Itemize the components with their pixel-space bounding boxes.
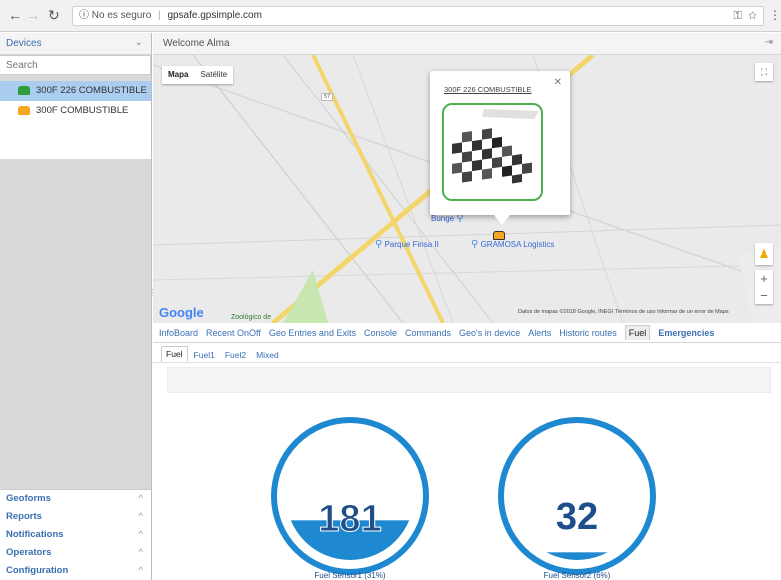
map-pin-icon: ⚲ [471,239,479,250]
chevron-up-icon: ^ [138,565,143,576]
menu-dots-icon[interactable]: ⋮ [769,8,781,22]
chevron-down-icon[interactable]: ⌄ [135,37,143,48]
poi-gramosa[interactable]: ⚲ GRAMOSA Logistics [471,239,554,250]
map-type-satellite-button[interactable]: Satélite [194,66,233,84]
tab-geo-entries[interactable]: Geo Entries and Exits [269,328,356,338]
device-image [442,103,543,201]
reload-icon[interactable]: ↻ [48,8,60,22]
info-window-title[interactable]: 300F 226 COMBUSTIBLE [444,85,532,94]
back-arrow-icon[interactable]: ← [8,8,22,22]
map-type-control: Mapa Satélite [162,66,234,84]
subtab-fuel[interactable]: Fuel [161,346,188,362]
tab-geos-in-device[interactable]: Geo's in device [459,328,520,338]
tab-historic-routes[interactable]: Historic routes [559,328,617,338]
tab-alerts[interactable]: Alerts [528,328,551,338]
tab-console[interactable]: Console [364,328,397,338]
tab-infoboard[interactable]: InfoBoard [159,328,198,338]
security-status[interactable]: No es seguro [92,10,151,21]
map-info-window: 300F 226 COMBUSTIBLE ✕ [430,71,570,225]
close-icon[interactable]: ✕ [554,77,562,88]
sidebar-menu: Geoforms ^ Reports ^ Notifications ^ Operat… [0,489,151,580]
zoom-out-button[interactable]: − [755,287,773,304]
info-icon[interactable]: ⓘ [79,10,89,21]
chevron-up-icon: ^ [138,529,143,540]
url-text[interactable]: gpsafe.gpsimple.com [167,10,262,21]
tab-commands[interactable]: Commands [405,328,451,338]
chevron-up-icon: ^ [138,493,143,504]
fuel-subtabs: Fuel Fuel1 Fuel2 Mixed [153,344,781,363]
device-search-input[interactable] [0,55,151,75]
sidebar-item-notifications[interactable]: Notifications ^ [0,526,151,544]
device-list: 300F 226 COMBUSTIBLE 300F COMBUSTIBLE [0,81,151,159]
zoom-control: + − [755,270,773,304]
car-icon [18,106,30,115]
address-bar[interactable]: ⓘ No es seguro | gpsafe.gpsimple.com ⚿ ☆ [72,6,764,26]
fuel-gauge-label: Fuel Sensor1 (31%) [314,571,385,580]
map-attribution[interactable]: Datos de mapas ©2018 Google, INEGI Térmi… [518,309,729,315]
map-pin-icon: ⚲ [375,239,383,250]
tab-emergencies[interactable]: Emergencies [658,328,714,338]
map-label-zoo: Zoológico de [231,314,272,321]
device-name: 300F COMBUSTIBLE [36,105,129,116]
fuel-level-fill [513,552,641,560]
subtab-fuel1[interactable]: Fuel1 [190,348,219,362]
key-icon[interactable]: ⚿ [734,10,742,22]
tab-fuel[interactable]: Fuel [624,325,651,340]
poi-parque-finsa[interactable]: ⚲ Parque Finsa II [375,239,439,250]
fullscreen-icon[interactable]: ⛶ [755,63,773,81]
checkered-flag-icon [452,109,539,184]
devices-header[interactable]: Devices ⌄ [0,33,151,55]
subtab-mixed[interactable]: Mixed [252,348,283,362]
fuel-gauge-value: 32 [556,496,598,538]
device-item[interactable]: 300F COMBUSTIBLE [0,101,151,121]
road-shield-label: 57 [321,93,334,101]
sidebar-item-configuration[interactable]: Configuration ^ [0,562,151,580]
device-name: 300F 226 COMBUSTIBLE [36,85,147,96]
fuel-panel: 181 Fuel Sensor1 (31%) 32 Fuel Sensor2 (… [153,363,781,580]
map-view[interactable]: Mapa Satélite ⛶ 57 Bunge ⚲ ⚲ Parque Fins… [153,55,781,323]
device-item[interactable]: 300F 226 COMBUSTIBLE [0,81,151,101]
fuel-gauge-1: 181 Fuel Sensor1 (31%) [271,417,429,580]
map-type-mapa-button[interactable]: Mapa [162,66,194,84]
sidebar-item-geoforms[interactable]: Geoforms ^ [0,490,151,508]
forward-arrow-icon[interactable]: → [26,8,40,22]
zoom-in-button[interactable]: + [755,270,773,287]
star-icon[interactable]: ☆ [748,10,757,22]
sidebar-item-operators[interactable]: Operators ^ [0,544,151,562]
google-logo: Google [159,305,204,320]
subtab-fuel2[interactable]: Fuel2 [221,348,250,362]
devices-title: Devices [6,38,42,49]
sidebar: Devices ⌄ 300F 226 COMBUSTIBLE 300F COMB… [0,33,157,580]
chevron-up-icon: ^ [138,511,143,522]
tab-recent-onoff[interactable]: Recent OnOff [206,328,261,338]
browser-toolbar: ← → ↻ ⓘ No es seguro | gpsafe.gpsimple.c… [0,0,781,32]
street-view-pegman-icon[interactable]: ♟ [755,243,773,265]
welcome-bar: Welcome Alma ⇥ [153,33,781,55]
fuel-gauge-2: 32 Fuel Sensor2 (6%) [498,417,656,580]
info-window-pointer [494,215,510,225]
fuel-gauge-label: Fuel Sensor2 (6%) [544,571,611,580]
fuel-gauges: 181 Fuel Sensor1 (31%) 32 Fuel Sensor2 (… [271,417,656,580]
sidebar-item-reports[interactable]: Reports ^ [0,508,151,526]
vehicle-marker-icon[interactable] [493,231,505,240]
collapse-panel-icon[interactable]: ⇥ [765,37,773,48]
car-icon [18,86,30,95]
welcome-text: Welcome Alma [163,38,230,49]
main-tabs: InfoBoard Recent OnOff Geo Entries and E… [153,323,781,343]
fuel-gauge-value: 181 [318,498,381,540]
chevron-up-icon: ^ [138,547,143,558]
